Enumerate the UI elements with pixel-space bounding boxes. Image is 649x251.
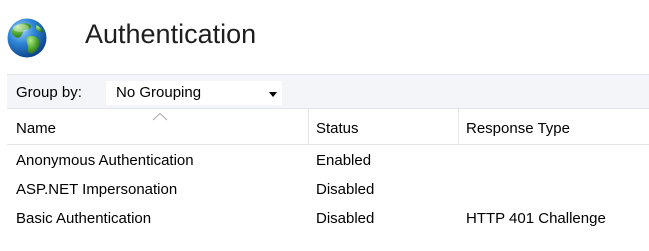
- authentication-table: Name Status Response Type Anonymous Auth…: [7, 109, 649, 251]
- chevron-down-icon: [269, 92, 277, 97]
- group-by-toolbar: Group by: No Grouping: [7, 74, 649, 109]
- globe-icon: [7, 18, 47, 58]
- auth-name: Anonymous Authentication: [16, 152, 194, 169]
- table-header-row: Name Status Response Type: [7, 109, 649, 145]
- group-by-selected-value: No Grouping: [116, 84, 202, 101]
- table-row[interactable]: Anonymous Authentication Enabled: [7, 150, 649, 173]
- auth-status: Disabled: [316, 181, 375, 198]
- page-title: Authentication: [85, 19, 257, 49]
- auth-status: Enabled: [316, 152, 372, 169]
- group-by-dropdown[interactable]: No Grouping: [106, 81, 282, 105]
- column-header-status[interactable]: Status: [316, 120, 359, 138]
- group-by-label: Group by:: [16, 84, 82, 101]
- authentication-page: Authentication Group by: No Grouping Nam…: [0, 0, 649, 251]
- auth-name: Basic Authentication: [16, 210, 152, 227]
- sort-ascending-icon: [152, 112, 168, 121]
- table-row[interactable]: Basic Authentication Disabled HTTP 401 C…: [7, 208, 649, 231]
- auth-response-type: HTTP 401 Challenge: [466, 210, 606, 227]
- page-header: Authentication: [0, 0, 649, 72]
- column-divider[interactable]: [308, 109, 309, 145]
- auth-name: ASP.NET Impersonation: [16, 181, 178, 198]
- column-divider[interactable]: [458, 109, 459, 145]
- column-header-response-type[interactable]: Response Type: [466, 120, 570, 138]
- column-header-name[interactable]: Name: [16, 120, 56, 138]
- table-row[interactable]: ASP.NET Impersonation Disabled: [7, 179, 649, 202]
- auth-status: Disabled: [316, 210, 375, 227]
